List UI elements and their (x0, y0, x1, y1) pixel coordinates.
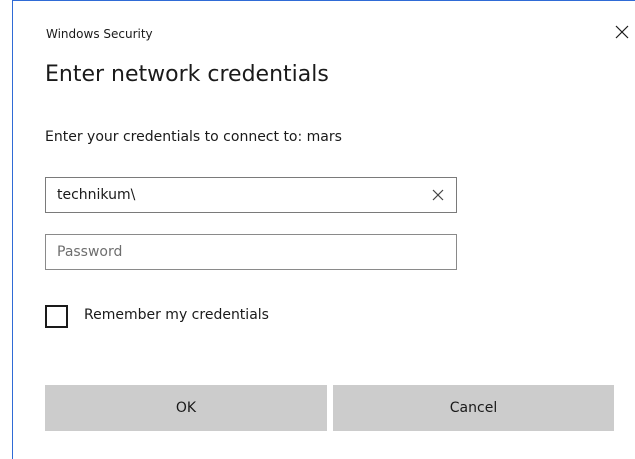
password-field[interactable] (45, 234, 457, 270)
username-input[interactable] (46, 178, 456, 212)
connect-target-text: Enter your credentials to connect to: ma… (45, 129, 342, 145)
cancel-button[interactable]: Cancel (333, 385, 614, 431)
remember-checkbox[interactable] (45, 305, 68, 328)
dialog-heading: Enter network credentials (45, 62, 329, 87)
remember-label[interactable]: Remember my credentials (84, 307, 269, 323)
close-icon[interactable] (610, 20, 634, 44)
window-border-top (12, 0, 635, 1)
window-border-left (12, 0, 13, 459)
app-title: Windows Security (46, 27, 153, 41)
username-field[interactable] (45, 177, 457, 213)
clear-icon[interactable] (430, 187, 446, 203)
ok-button[interactable]: OK (45, 385, 327, 431)
credentials-dialog: Windows Security Enter network credentia… (0, 0, 635, 459)
password-input[interactable] (46, 235, 456, 269)
